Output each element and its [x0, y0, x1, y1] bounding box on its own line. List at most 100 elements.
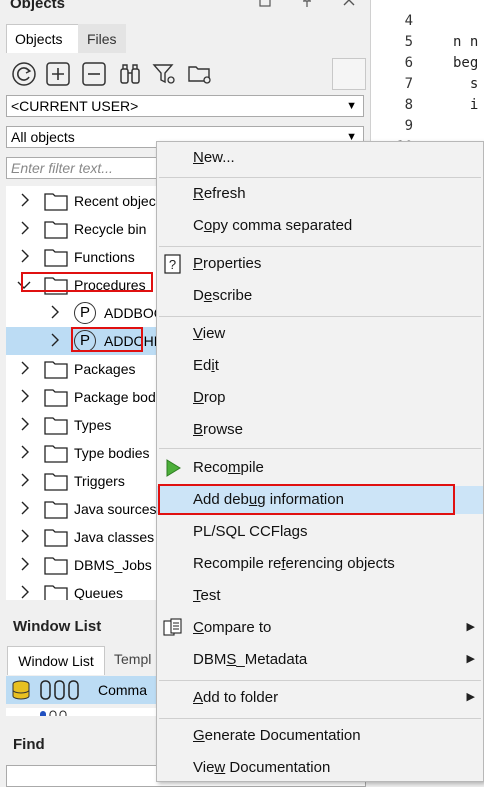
- close-icon[interactable]: [342, 0, 356, 11]
- code-line: 8: [371, 74, 484, 113]
- menu-item-edit[interactable]: Edit: [157, 352, 483, 380]
- label-accelerator: D: [193, 389, 204, 406]
- play-icon: [166, 459, 181, 477]
- label-part: _Metadata: [236, 651, 308, 668]
- menu-item-dbms-metadata[interactable]: DBMS_Metadata ▶: [157, 646, 483, 674]
- menu-item-plsql-ccflags[interactable]: PL/SQL CCFlags: [157, 518, 483, 546]
- label-part: Ed: [193, 357, 212, 374]
- code-line: 9 e: [371, 95, 484, 155]
- tree-item-label: Queues: [74, 585, 124, 600]
- chevron-right-icon[interactable]: [20, 193, 30, 207]
- label-accelerator: e: [203, 287, 213, 304]
- menu-item-drop[interactable]: Drop: [157, 384, 483, 412]
- toolbar-extra-button[interactable]: [332, 58, 366, 90]
- menu-item-label: Describe: [193, 287, 252, 304]
- menu-item-label: PL/SQL CCFlags: [193, 523, 308, 540]
- menu-item-refresh[interactable]: Refresh: [157, 180, 483, 208]
- menu-item-recompile-referencing-objects[interactable]: Recompile referencing objects: [157, 550, 483, 578]
- chevron-right-icon[interactable]: [20, 529, 30, 543]
- tree-item-label: Types: [74, 417, 112, 433]
- tab-files[interactable]: Files: [78, 24, 126, 53]
- label-part: rowse: [203, 421, 244, 438]
- context-menu: New... Refresh Copy comma separated ? Pr…: [156, 141, 484, 782]
- tab-window-list[interactable]: Window List: [7, 646, 105, 675]
- folder-settings-icon[interactable]: [186, 60, 214, 88]
- submenu-arrow-icon: ▶: [466, 653, 475, 665]
- properties-icon: ?: [164, 254, 181, 274]
- label-accelerator: o: [203, 217, 213, 234]
- folder-icon: [44, 557, 68, 575]
- folder-icon: [44, 361, 68, 379]
- folder-icon: [44, 417, 68, 435]
- remove-icon[interactable]: [80, 60, 108, 88]
- menu-item-label: Drop: [193, 389, 226, 406]
- binoculars-icon[interactable]: [116, 60, 144, 88]
- menu-item-label: Browse: [193, 421, 243, 438]
- window-list-partial-row: [6, 708, 156, 716]
- label-accelerator: N: [193, 149, 204, 166]
- chevron-right-icon[interactable]: [20, 585, 30, 599]
- menu-item-add-to-folder[interactable]: Add to folder ▶: [157, 684, 483, 712]
- label-part: Vie: [193, 759, 215, 776]
- tab-templates[interactable]: Templ: [114, 651, 151, 667]
- label-part: Reco: [193, 459, 229, 476]
- tree-item-label: Java sources: [74, 501, 157, 517]
- menu-item-browse[interactable]: Browse: [157, 416, 483, 444]
- menu-item-copy-comma-separated[interactable]: Copy comma separated: [157, 212, 483, 240]
- menu-item-label: Compare to: [193, 619, 271, 636]
- menu-item-view[interactable]: View: [157, 320, 483, 348]
- restore-icon[interactable]: [258, 0, 272, 11]
- chevron-down-icon: ▼: [346, 100, 357, 112]
- menu-item-test[interactable]: Test: [157, 582, 483, 610]
- menu-separator: [159, 316, 481, 317]
- submenu-arrow-icon: ▶: [466, 621, 475, 633]
- submenu-arrow-icon: ▶: [466, 691, 475, 703]
- chevron-right-icon[interactable]: [20, 389, 30, 403]
- refresh-icon[interactable]: [10, 60, 38, 88]
- menu-item-describe[interactable]: Describe: [157, 282, 483, 310]
- label-part: efresh: [203, 185, 246, 202]
- menu-item-label: Properties: [193, 255, 261, 272]
- chevron-right-icon[interactable]: [20, 249, 30, 263]
- folder-icon: [44, 501, 68, 519]
- user-select[interactable]: <CURRENT USER> ▼: [6, 95, 364, 117]
- code-line: 5 beg: [371, 11, 484, 71]
- menu-separator: [159, 246, 481, 247]
- label-accelerator: B: [193, 421, 204, 438]
- chevron-right-icon[interactable]: [20, 361, 30, 375]
- label-part: scribe: [212, 287, 253, 304]
- menu-item-properties[interactable]: ? Properties: [157, 250, 483, 278]
- menu-item-compare-to[interactable]: Compare to ▶: [157, 614, 483, 642]
- menu-item-view-documentation[interactable]: View Documentation: [157, 754, 483, 782]
- chevron-right-icon[interactable]: [20, 221, 30, 235]
- tab-objects[interactable]: Objects: [6, 24, 80, 53]
- add-icon[interactable]: [44, 60, 72, 88]
- folder-icon: [44, 249, 68, 267]
- chevron-right-icon[interactable]: [50, 333, 60, 347]
- menu-item-label: Add to folder: [193, 689, 278, 706]
- find-title: Find: [13, 736, 45, 753]
- chevron-right-icon[interactable]: [20, 417, 30, 431]
- chevron-right-icon[interactable]: [20, 473, 30, 487]
- chevron-right-icon[interactable]: [20, 445, 30, 459]
- label-accelerator: T: [193, 587, 201, 604]
- folder-icon: [44, 389, 68, 407]
- filter-settings-icon[interactable]: [150, 60, 178, 88]
- menu-item-new[interactable]: New...: [157, 144, 483, 172]
- chevron-right-icon[interactable]: [50, 305, 60, 319]
- menu-item-generate-documentation[interactable]: Generate Documentation: [157, 722, 483, 750]
- code-editor[interactable]: 4 n n 5 beg 6 s 7 i 8 9 e 10 s: [370, 0, 484, 176]
- menu-item-label: Recompile: [193, 459, 264, 476]
- menu-item-recompile[interactable]: Recompile: [157, 454, 483, 482]
- tree-item-label: Java classes: [74, 529, 155, 545]
- pin-icon[interactable]: [300, 0, 314, 11]
- tree-item-label: Packages: [74, 361, 136, 377]
- chevron-right-icon[interactable]: [20, 557, 30, 571]
- code-line: 6 s: [371, 32, 484, 92]
- objects-panel-title: Objects: [10, 0, 66, 12]
- label-part: erencing objects: [285, 555, 395, 572]
- menu-separator: [159, 177, 481, 178]
- folder-icon: [44, 529, 68, 547]
- annotation-highlight-procedures: [21, 272, 153, 292]
- chevron-right-icon[interactable]: [20, 501, 30, 515]
